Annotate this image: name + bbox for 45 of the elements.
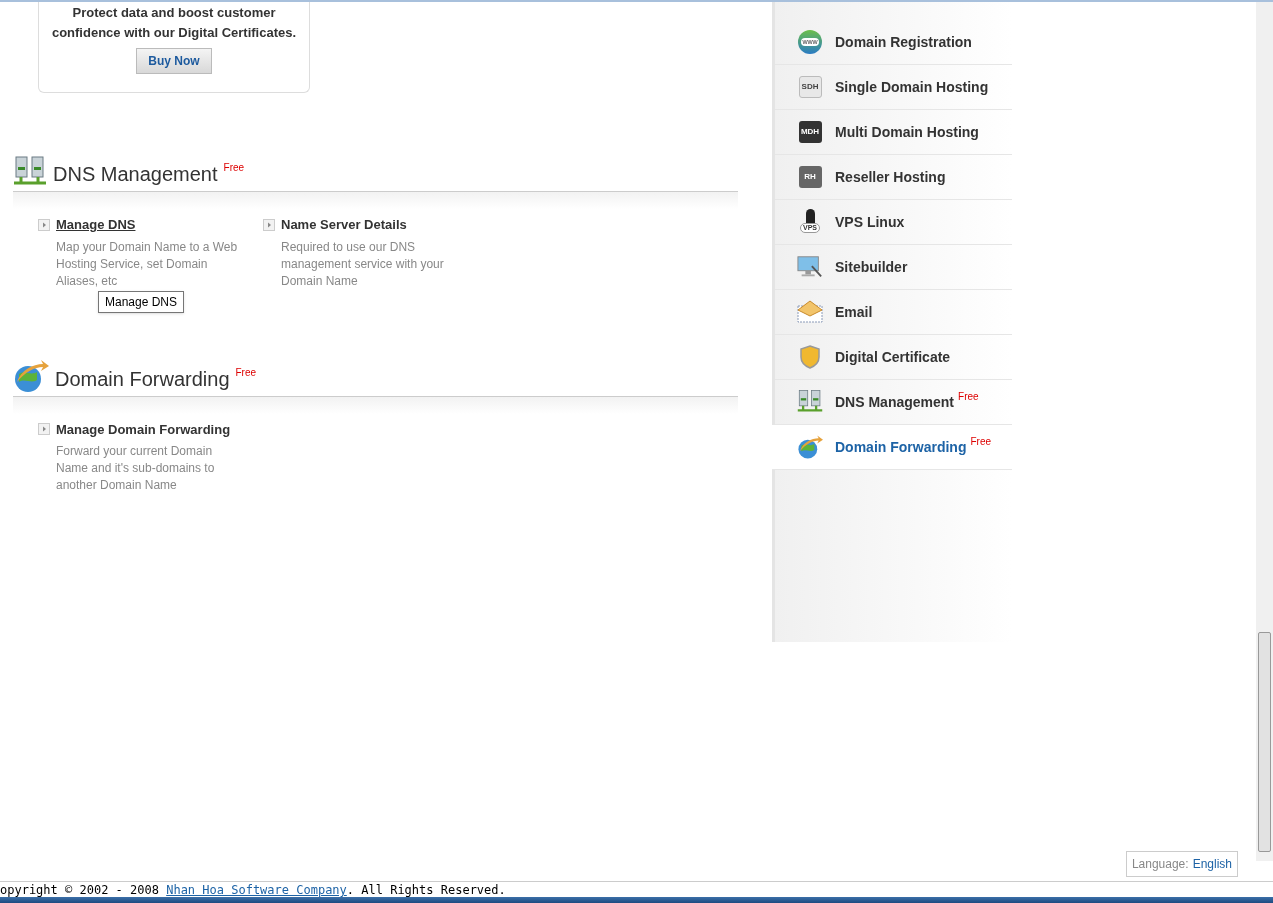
section-heading: DNS Management [53, 162, 218, 187]
sidebar-item[interactable]: SDH Single Domain Hosting [775, 65, 1012, 110]
sidebar-label: Domain Forwarding [835, 437, 967, 457]
sidebar-label: Multi Domain Hosting [835, 122, 979, 142]
sidebar-item[interactable]: RH Reseller Hosting [775, 155, 1012, 200]
company-link[interactable]: Nhan Hoa Software Company [166, 883, 347, 897]
shield-icon [799, 345, 821, 369]
promo-text: Protect data and boost customer confidence with our Digital Certificates. [50, 4, 298, 42]
link[interactable]: Manage DNS [56, 215, 136, 235]
sidebar-label: Domain Registration [835, 32, 972, 52]
language-selector[interactable]: Language: English [1125, 851, 1238, 877]
globe-arrow-icon [797, 433, 823, 461]
sidebar-item[interactable]: Sitebuilder [775, 245, 1012, 290]
free-tag: Free [958, 388, 979, 404]
badge-icon: SDH [798, 76, 822, 98]
buy-now-button[interactable]: Buy Now [136, 48, 212, 74]
sidebar-label: Email [835, 302, 873, 322]
link-description: Map your Domain Name to a Web Hosting Service, set Domain Aliases, etc [56, 238, 238, 290]
globe-arrow-icon [13, 357, 49, 394]
section-heading: Domain Forwarding [55, 366, 230, 392]
sidebar-label: Sitebuilder [835, 257, 908, 277]
badge-icon: MDH [798, 121, 822, 143]
sidebar-label: DNS Management [835, 392, 955, 412]
free-tag: Free [235, 364, 257, 380]
scroll-thumb[interactable] [1258, 632, 1271, 852]
scrollbar[interactable] [1256, 2, 1273, 861]
link-description: Required to use our DNS management service with your Domain Name [281, 238, 445, 290]
envelope-icon [797, 300, 823, 324]
sidebar-item[interactable]: Domain Forwarding Free [772, 425, 1012, 470]
sidebar-item[interactable]: MDH Multi Domain Hosting [775, 110, 1012, 155]
sidebar-label: VPS Linux [835, 212, 905, 232]
servers-icon [797, 389, 823, 415]
link-description: Forward your current Domain Name and it's sub-domains to another Domain Name [56, 443, 216, 494]
free-tag: Free [970, 433, 991, 449]
sidebar-label: Single Domain Hosting [835, 77, 989, 97]
tooltip: Manage DNS [98, 291, 185, 313]
free-tag: Free [223, 160, 245, 175]
sidebar-item[interactable]: Digital Certificate [775, 335, 1012, 380]
monitor-icon [797, 254, 823, 280]
link[interactable]: Name Server Details [281, 215, 407, 235]
badge-icon: RH [798, 166, 822, 188]
sidebar-label: Digital Certificate [835, 347, 951, 367]
sidebar-label: Reseller Hosting [835, 167, 946, 187]
sidebar-item[interactable]: Email [775, 290, 1012, 335]
link[interactable]: Manage Domain Forwarding [56, 419, 231, 439]
